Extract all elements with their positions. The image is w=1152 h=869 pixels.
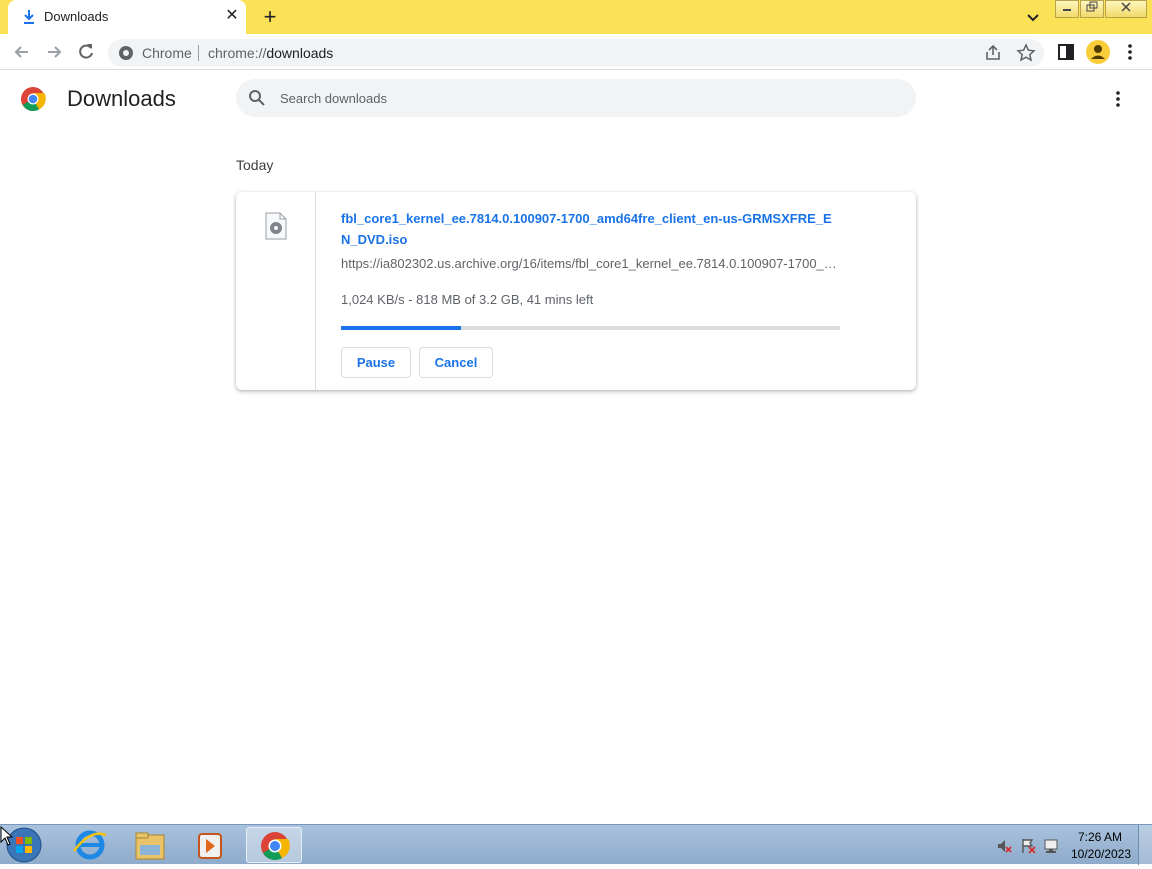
browser-toolbar: Chrome chrome://downloads [0,34,1152,70]
show-desktop-button[interactable] [1138,825,1152,865]
tab-strip: Downloads ✕ + [0,0,1152,34]
restore-icon [1086,1,1098,12]
reload-icon[interactable] [76,42,96,62]
side-panel-icon[interactable] [1056,42,1076,62]
bookmark-star-icon[interactable] [1016,43,1036,63]
taskbar-media-player[interactable] [182,827,238,863]
page-title: Downloads [67,86,176,111]
search-input[interactable] [280,79,900,117]
page-chip: Chrome [142,45,192,61]
file-name-link[interactable]: fbl_core1_kernel_ee.7814.0.100907-1700_a… [341,208,841,250]
omnibox-divider [198,45,199,61]
file-source-url[interactable]: https://ia802302.us.archive.org/16/items… [341,256,841,271]
profile-avatar[interactable] [1086,40,1110,64]
download-status: 1,024 KB/s - 818 MB of 3.2 GB, 41 mins l… [341,292,594,307]
tab-close-icon[interactable]: ✕ [224,8,240,24]
cancel-button[interactable]: Cancel [419,347,493,378]
taskbar-internet-explorer[interactable] [62,827,118,863]
download-icon [24,10,34,24]
tab-search-chevron-icon[interactable] [1024,8,1042,26]
pause-button[interactable]: Pause [341,347,411,378]
new-tab-button[interactable]: + [259,6,281,28]
date-header: Today [236,157,274,173]
more-actions-icon[interactable] [1110,88,1126,110]
search-icon [249,90,265,106]
download-progress-fill [341,326,461,330]
clock-time[interactable]: 7:26 AM [1070,830,1130,844]
tab-downloads[interactable]: Downloads ✕ [8,0,246,34]
forward-arrow-icon[interactable] [44,42,64,62]
url-text[interactable]: chrome://downloads [208,45,333,61]
speaker-muted-icon[interactable] [996,838,1012,854]
search-bar [236,79,916,117]
address-bar[interactable]: Chrome chrome://downloads [108,39,1044,67]
media-player-icon [198,833,222,859]
internet-explorer-icon [72,830,107,860]
windows-taskbar: 7:26 AM 10/20/2023 [0,824,1152,865]
minimize-button[interactable] [1055,0,1079,18]
download-item-card: fbl_core1_kernel_ee.7814.0.100907-1700_a… [236,192,916,390]
share-icon[interactable] [984,44,1002,62]
close-window-button[interactable] [1105,0,1147,18]
chrome-menu-icon[interactable] [1122,42,1138,62]
chrome-logo-icon [21,87,46,112]
back-arrow-icon[interactable] [12,42,32,62]
chrome-taskbar-icon [261,832,290,860]
action-center-flag-icon[interactable] [1020,838,1036,854]
file-icon-column [236,192,316,390]
tab-title: Downloads [44,9,109,24]
download-progress-bar [341,326,840,330]
url-prefix: chrome:// [208,45,267,61]
person-icon [1091,45,1105,59]
close-window-icon [1121,2,1131,12]
restore-button[interactable] [1080,0,1104,18]
mouse-cursor-icon [0,826,14,846]
network-icon[interactable] [1043,838,1059,854]
taskbar-chrome[interactable] [246,827,302,863]
clock-date[interactable]: 10/20/2023 [1066,847,1136,861]
minimize-icon [1063,9,1071,11]
window-controls [1055,0,1148,20]
url-host: downloads [266,45,334,61]
folder-icon [135,832,165,860]
chrome-page-icon[interactable] [118,45,134,61]
taskbar-file-explorer[interactable] [122,827,178,863]
file-disc-icon [265,212,287,240]
